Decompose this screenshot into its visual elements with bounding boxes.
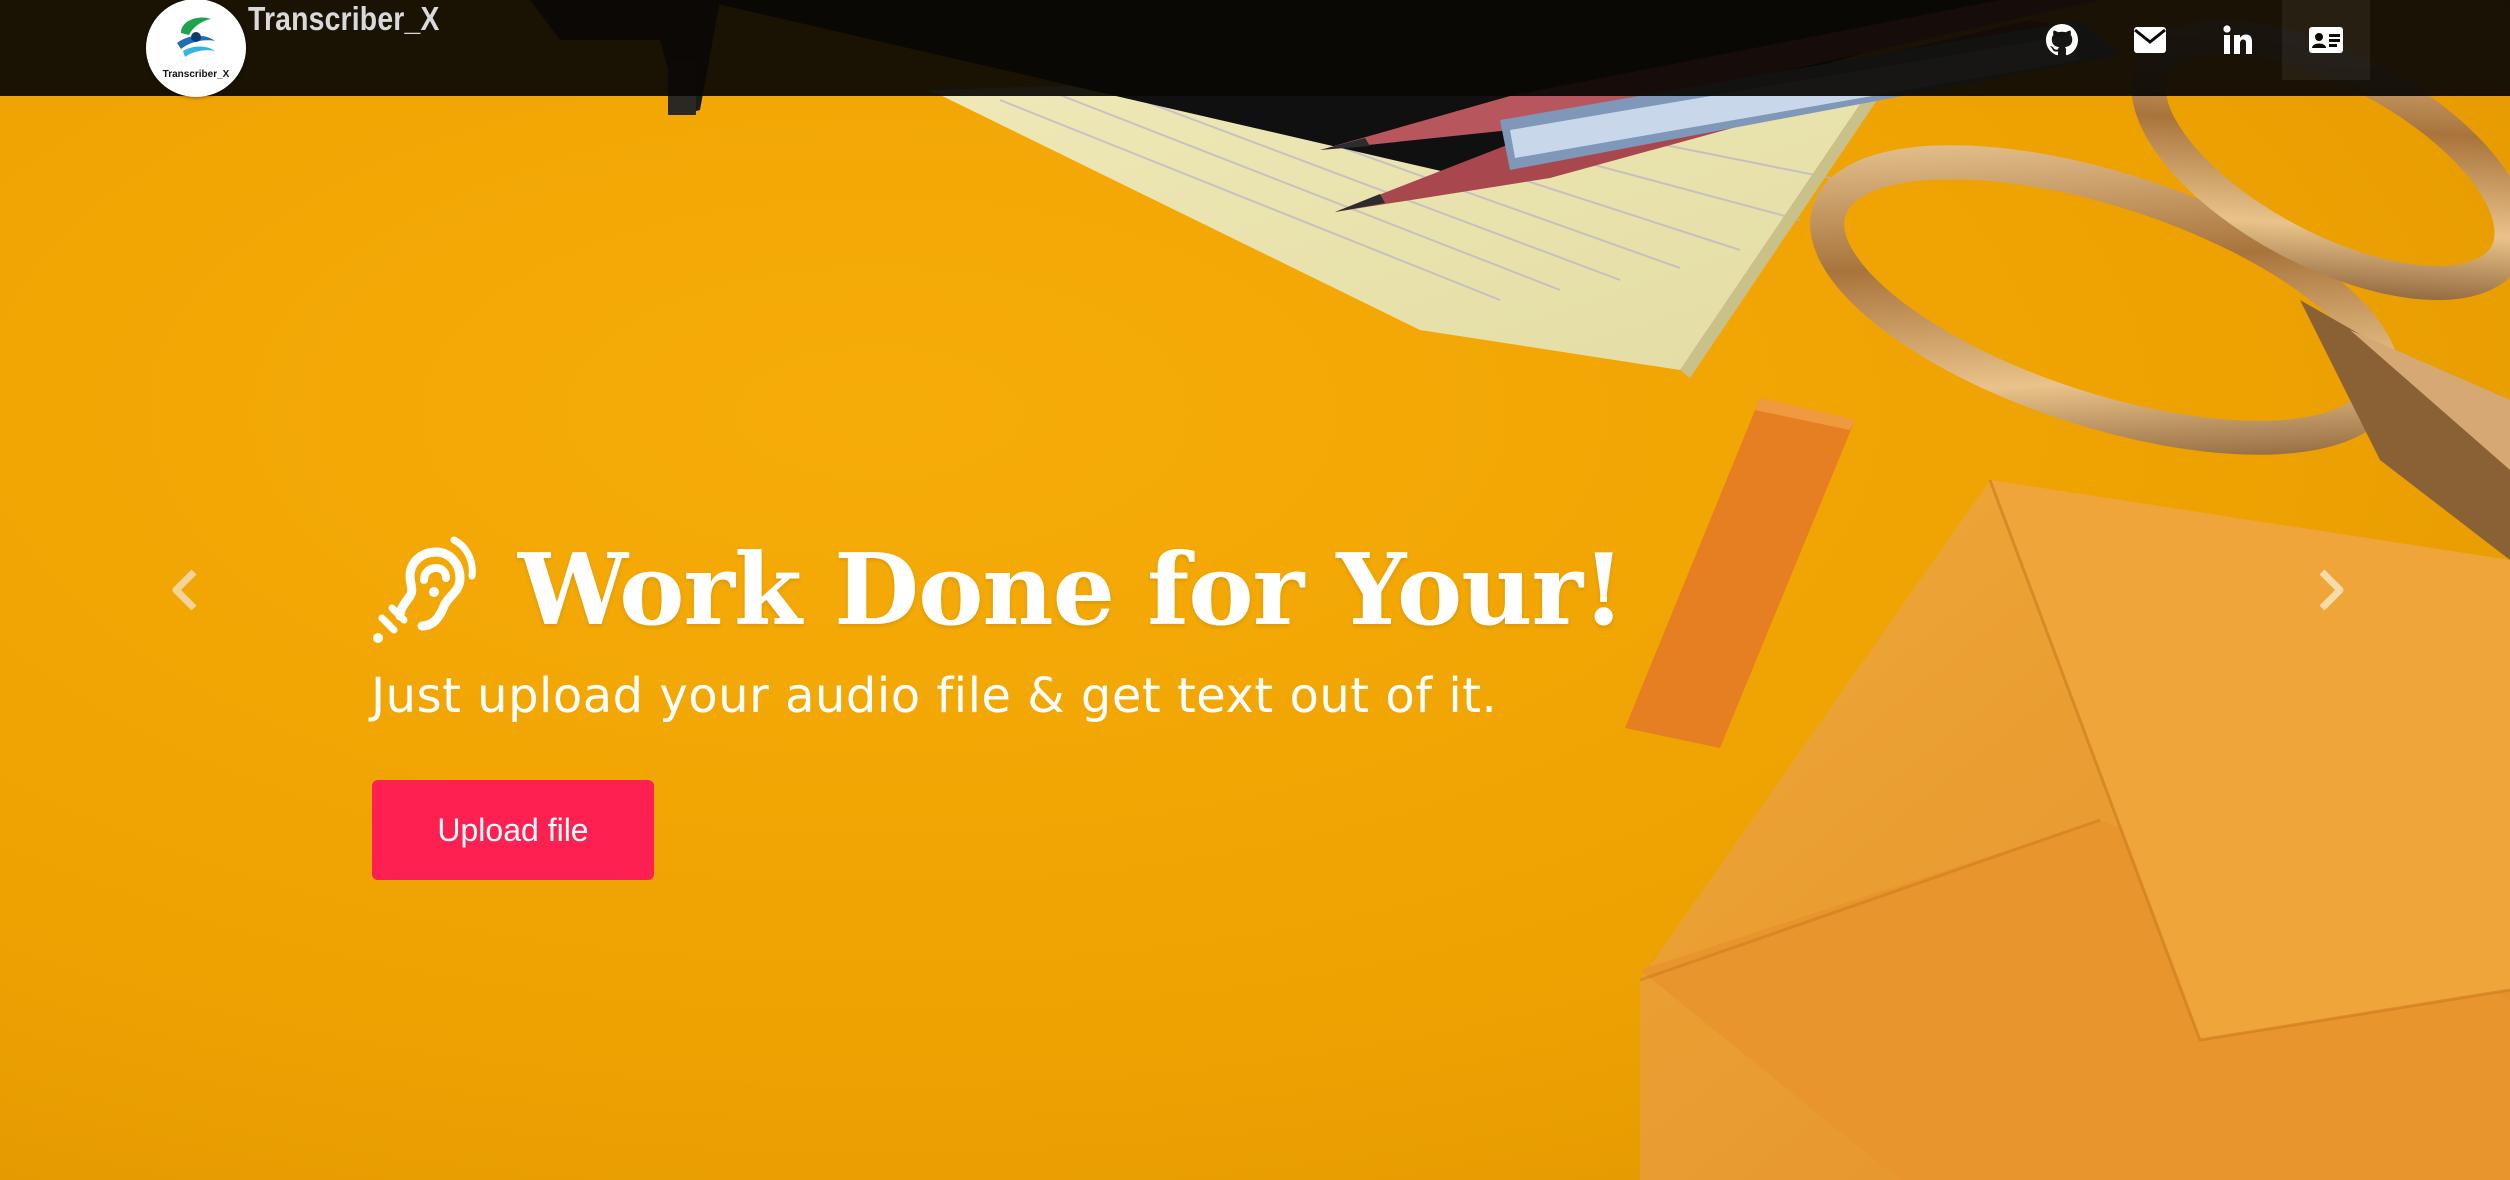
upload-file-button[interactable]: Upload file: [372, 780, 654, 880]
envelope-icon: [2134, 27, 2166, 53]
hero-subtitle: Just upload your audio file & get text o…: [371, 668, 1498, 724]
github-icon: [2046, 24, 2078, 56]
linkedin-link[interactable]: [2194, 0, 2282, 80]
logo-caption: Transcriber_X: [162, 69, 230, 80]
contact-link[interactable]: [2282, 0, 2370, 80]
leaf-logo-icon: [177, 17, 215, 57]
hero-title: Work Done for Your!: [518, 532, 1625, 648]
email-link[interactable]: [2106, 0, 2194, 80]
chevron-left-icon: [172, 569, 197, 611]
github-link[interactable]: [2018, 0, 2106, 80]
chevron-right-icon: [2319, 569, 2344, 611]
carousel-prev-button[interactable]: [164, 560, 204, 620]
contact-card-icon: [2309, 27, 2343, 53]
hearing-ear-icon: [373, 536, 476, 643]
linkedin-icon: [2223, 25, 2252, 54]
brand-logo[interactable]: Transcriber_X: [146, 0, 246, 97]
hero-heading: Work Done for Your!: [370, 530, 1625, 650]
carousel-next-button[interactable]: [2312, 560, 2352, 620]
brand-name[interactable]: Transcriber_X: [248, 0, 440, 40]
page: Transcriber_X Transcriber_X Work Done fo…: [0, 0, 2510, 1180]
social-links: [2018, 0, 2370, 80]
navbar: Transcriber_X Transcriber_X: [0, 0, 2510, 97]
